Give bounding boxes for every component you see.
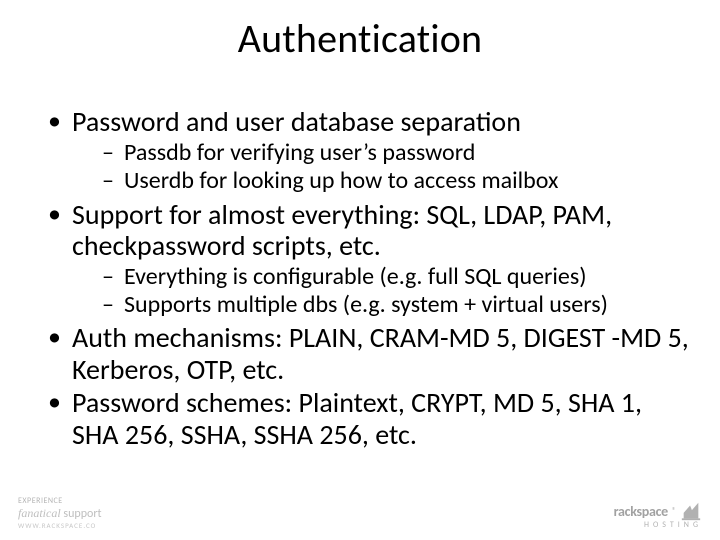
footer-fanatical: fanatical [18,506,61,520]
bullet-item: Password schemes: Plaintext, CRYPT, MD 5… [44,387,690,450]
footer-right: rackspace ® HOSTING [614,500,702,530]
sub-bullet-item: Everything is configurable (e.g. full SQ… [102,263,690,291]
bullet-text: Support for almost everything: SQL, LDAP… [72,197,612,263]
bullet-item: Auth mechanisms: PLAIN, CRAM-MD 5, DIGES… [44,322,690,385]
bullet-item: Support for almost everything: SQL, LDAP… [44,199,690,319]
footer-support: support [63,507,101,521]
footer-hosting: HOSTING [614,520,702,530]
footer-brand: rackspace [614,503,668,520]
footer-left: EXPERIENCE fanatical support WWW.RACKSPA… [18,496,102,530]
slide-title: Authentication [0,14,720,63]
sub-bullet-text: Passdb for verifying user’s password [124,138,475,167]
bullet-list: Password and user database separation Pa… [44,106,690,450]
sub-bullet-item: Supports multiple dbs (e.g. system + vir… [102,291,690,319]
rackspace-logo-icon [680,500,702,522]
sub-bullet-text: Supports multiple dbs (e.g. system + vir… [124,290,608,319]
bullet-text: Password and user database separation [72,104,521,139]
sub-bullet-list: Passdb for verifying user’s password Use… [72,139,690,194]
footer-tagline: fanatical support [18,506,102,521]
slide-body: Password and user database separation Pa… [44,106,690,452]
footer-experience: EXPERIENCE [18,496,102,506]
slide: Authentication Password and user databas… [0,0,720,540]
footer-url: WWW.RACKSPACE.CO [18,521,102,530]
bullet-text: Password schemes: Plaintext, CRYPT, MD 5… [72,385,642,451]
sub-bullet-text: Everything is configurable (e.g. full SQ… [124,262,587,291]
sub-bullet-list: Everything is configurable (e.g. full SQ… [72,263,690,318]
sub-bullet-item: Passdb for verifying user’s password [102,139,690,167]
sub-bullet-text: Userdb for looking up how to access mail… [124,166,558,195]
sub-bullet-item: Userdb for looking up how to access mail… [102,167,690,195]
bullet-item: Password and user database separation Pa… [44,106,690,195]
registered-mark: ® [672,506,676,516]
bullet-text: Auth mechanisms: PLAIN, CRAM-MD 5, DIGES… [72,320,689,386]
